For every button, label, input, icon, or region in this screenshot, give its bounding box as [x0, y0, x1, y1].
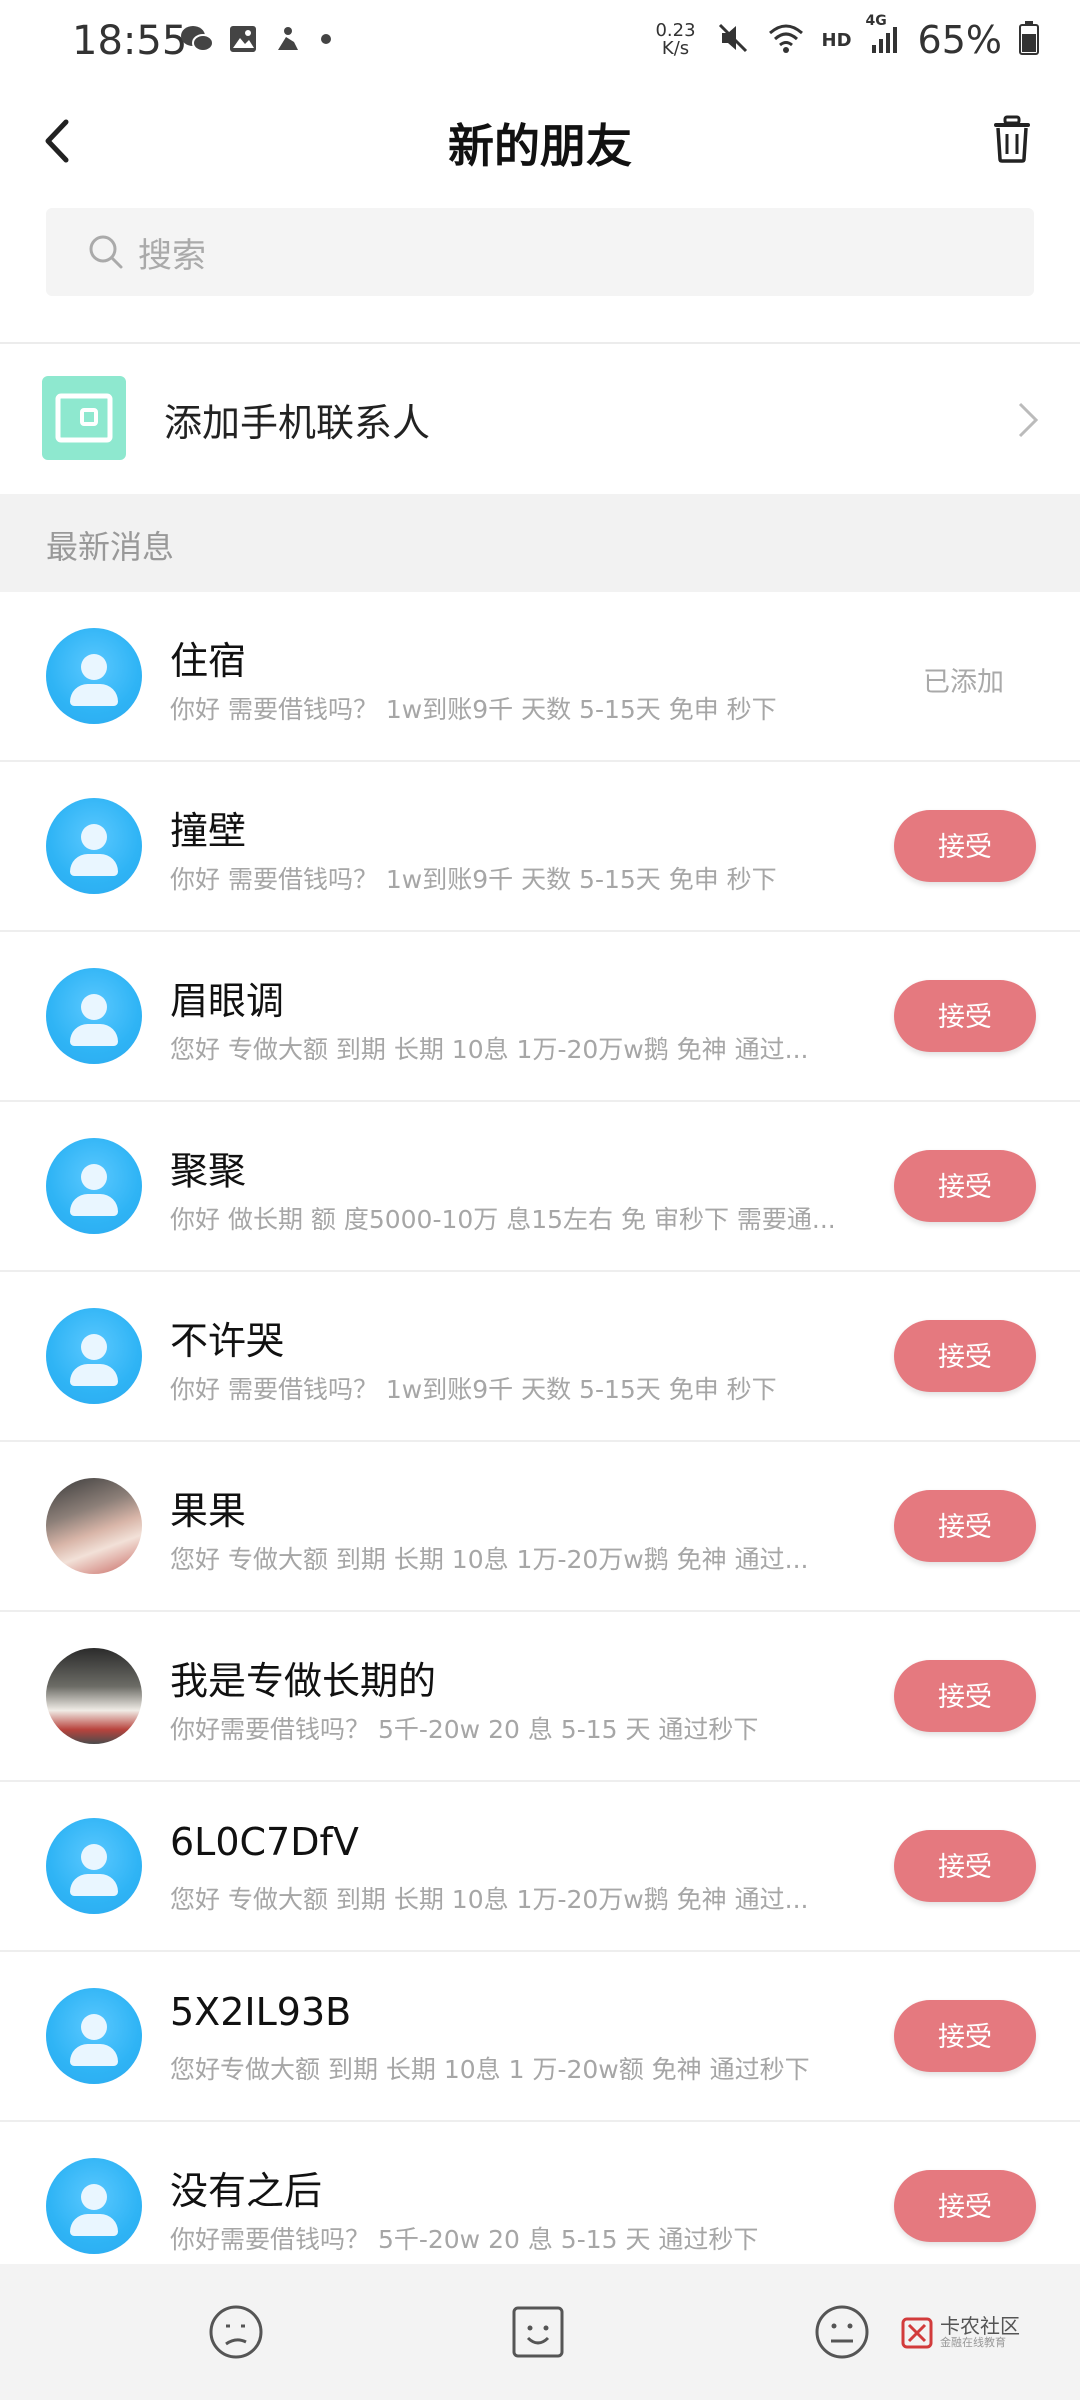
list-item[interactable]: 撞壁 你好 需要借钱吗？ 1w到账9千 天数 5-15天 免申 秒下 接受 — [0, 762, 1080, 932]
request-message: 你好 需要借钱吗？ 1w到账9千 天数 5-15天 免申 秒下 — [170, 865, 777, 894]
request-message: 你好需要借钱吗？ 5千-20w 20 息 5-15 天 通过秒下 — [170, 1715, 759, 1744]
section-label: 最新消息 — [46, 528, 175, 566]
accept-button[interactable]: 接受 — [894, 1490, 1036, 1562]
battery-icon — [1018, 20, 1040, 60]
wifi-icon — [766, 21, 806, 59]
page-title: 新的朋友 — [448, 119, 632, 173]
search-bar[interactable]: 搜索 — [46, 208, 1034, 296]
avatar[interactable] — [46, 798, 142, 894]
more-dot-icon — [316, 24, 336, 58]
accept-button[interactable]: 接受 — [894, 1660, 1036, 1732]
mute-icon — [716, 21, 750, 59]
smile-face-icon[interactable] — [510, 2304, 566, 2360]
section-header: 最新消息 — [0, 494, 1080, 592]
avatar[interactable] — [46, 1138, 142, 1234]
add-contacts-label: 添加手机联系人 — [164, 401, 431, 445]
bottom-bar: 卡农社区 金融在线教育 — [0, 2264, 1080, 2400]
list-item[interactable]: 眉眼调 您好 专做大额 到期 长期 10息 1万-20万w鹅 免神 通过... … — [0, 932, 1080, 1102]
avatar-photo[interactable] — [46, 1478, 142, 1574]
chevron-right-icon — [1018, 402, 1039, 438]
watermark-subtitle: 金融在线教育 — [940, 2336, 1006, 2349]
watermark: 卡农社区 金融在线教育 — [900, 2316, 1020, 2350]
search-icon — [89, 235, 123, 269]
contact-name: 眉眼调 — [170, 979, 285, 1023]
accept-button[interactable]: 接受 — [894, 2170, 1036, 2242]
avatar[interactable] — [46, 1818, 142, 1914]
contact-name: 没有之后 — [170, 2169, 323, 2213]
accept-button[interactable]: 接受 — [894, 2000, 1036, 2072]
nav-header: 新的朋友 — [0, 86, 1080, 196]
dizzy-face-icon[interactable] — [814, 2304, 870, 2360]
battery-percent: 65% — [917, 18, 1002, 62]
kanong-logo-icon — [901, 2317, 933, 2349]
gallery-icon — [228, 24, 258, 58]
list-item[interactable]: 聚聚 你好 做长期 额 度5000-10万 息15左右 免 审秒下 需要通...… — [0, 1102, 1080, 1272]
wechat-icon — [180, 24, 214, 58]
request-message: 你好需要借钱吗？ 5千-20w 20 息 5-15 天 通过秒下 — [170, 2225, 759, 2254]
request-message: 您好 专做大额 到期 长期 10息 1万-20万w鹅 免神 通过... — [170, 1545, 809, 1574]
accept-button[interactable]: 接受 — [894, 1320, 1036, 1392]
network-speed: 0.23 K/s — [655, 20, 696, 59]
avatar[interactable] — [46, 2158, 142, 2254]
contact-name: 我是专做长期的 — [170, 1659, 437, 1703]
accept-button[interactable]: 接受 — [894, 1830, 1036, 1902]
delete-button[interactable] — [990, 114, 1034, 164]
request-message: 您好专做大额 到期 长期 10息 1 万-20w额 免神 通过秒下 — [170, 2055, 810, 2084]
contact-name: 撞壁 — [170, 809, 247, 853]
request-message: 你好 做长期 额 度5000-10万 息15左右 免 审秒下 需要通... — [170, 1205, 836, 1234]
request-message: 你好 需要借钱吗？ 1w到账9千 天数 5-15天 免申 秒下 — [170, 695, 777, 724]
list-item[interactable]: 果果 您好 专做大额 到期 长期 10息 1万-20万w鹅 免神 通过... 接… — [0, 1442, 1080, 1612]
avatar[interactable] — [46, 1988, 142, 2084]
list-item[interactable]: 5X2IL93B 您好专做大额 到期 长期 10息 1 万-20w额 免神 通过… — [0, 1952, 1080, 2122]
list-item[interactable]: 不许哭 你好 需要借钱吗？ 1w到账9千 天数 5-15天 免申 秒下 接受 — [0, 1272, 1080, 1442]
search-input[interactable]: 搜索 — [138, 228, 206, 277]
contact-name: 果果 — [170, 1489, 247, 1533]
request-message: 你好 需要借钱吗？ 1w到账9千 天数 5-15天 免申 秒下 — [170, 1375, 777, 1404]
contact-name: 5X2IL93B — [170, 1990, 352, 2034]
avatar[interactable] — [46, 1308, 142, 1404]
accept-button[interactable]: 接受 — [894, 1150, 1036, 1222]
avatar[interactable] — [46, 968, 142, 1064]
contact-name: 6L0C7DfV — [170, 1820, 359, 1864]
added-status: 已添加 — [923, 667, 1004, 698]
watermark-title: 卡农社区 — [940, 2314, 1020, 2338]
hd-label: HD — [821, 29, 852, 51]
request-message: 您好 专做大额 到期 长期 10息 1万-20万w鹅 免神 通过... — [170, 1885, 809, 1914]
status-bar: 18:55 0.23 K/s HD 4G 65% — [0, 0, 1080, 86]
contact-name: 住宿 — [170, 639, 247, 683]
list-item[interactable]: 住宿 你好 需要借钱吗？ 1w到账9千 天数 5-15天 免申 秒下 已添加 — [0, 592, 1080, 762]
signal-icon: 4G — [866, 13, 902, 59]
notification-icons — [180, 24, 336, 58]
contact-name: 聚聚 — [170, 1149, 247, 1193]
accept-button[interactable]: 接受 — [894, 980, 1036, 1052]
friend-request-list: 住宿 你好 需要借钱吗？ 1w到账9千 天数 5-15天 免申 秒下 已添加 撞… — [0, 592, 1080, 2292]
contacts-icon — [42, 376, 126, 460]
request-message: 您好 专做大额 到期 长期 10息 1万-20万w鹅 免神 通过... — [170, 1035, 809, 1064]
avatar-photo[interactable] — [46, 1648, 142, 1744]
list-item[interactable]: 6L0C7DfV 您好 专做大额 到期 长期 10息 1万-20万w鹅 免神 通… — [0, 1782, 1080, 1952]
list-item[interactable]: 我是专做长期的 你好需要借钱吗？ 5千-20w 20 息 5-15 天 通过秒下… — [0, 1612, 1080, 1782]
app-notification-icon — [272, 24, 302, 58]
avatar[interactable] — [46, 628, 142, 724]
accept-button[interactable]: 接受 — [894, 810, 1036, 882]
trash-icon — [994, 115, 1030, 163]
contact-name: 不许哭 — [170, 1319, 285, 1363]
sad-face-icon[interactable] — [208, 2304, 264, 2360]
add-phone-contacts-item[interactable]: 添加手机联系人 — [0, 344, 1080, 494]
status-time: 18:55 — [72, 18, 188, 64]
